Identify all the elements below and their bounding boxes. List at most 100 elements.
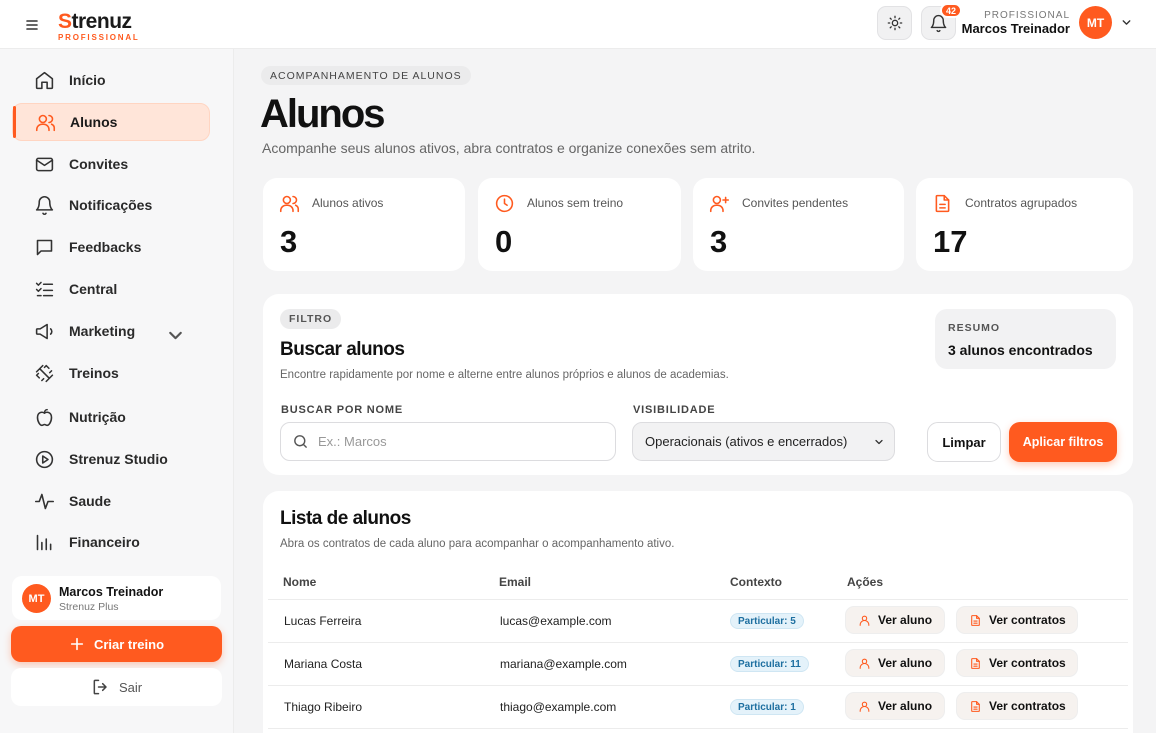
- sidebar-item-convites[interactable]: Convites: [12, 145, 210, 183]
- dumbbell-icon: [35, 364, 54, 382]
- stat-value: 3: [280, 224, 298, 259]
- sidebar: Início Alunos Convites Notificações Feed…: [0, 49, 234, 733]
- document-icon: [971, 614, 980, 626]
- profile-name: Marcos Treinador: [59, 585, 164, 599]
- sidebar-item-strenuz-studio[interactable]: Strenuz Studio: [12, 440, 210, 478]
- user-icon: [859, 615, 870, 626]
- user-plus-icon: [709, 195, 730, 213]
- sidebar-item-label: Financeiro: [69, 534, 140, 550]
- view-contracts-button[interactable]: Ver contratos: [956, 649, 1078, 677]
- visibility-select[interactable]: Operacionais (ativos e encerrados): [632, 422, 895, 461]
- filter-subtitle: Encontre rapidamente por nome e alterne …: [280, 369, 729, 381]
- table-row: Mariana Costa mariana@example.com Partic…: [268, 643, 1128, 686]
- document-icon: [971, 657, 980, 669]
- chevron-down-icon: [875, 439, 883, 445]
- logout-button[interactable]: Sair: [11, 668, 222, 706]
- user-icon: [859, 658, 870, 669]
- view-student-button[interactable]: Ver aluno: [845, 692, 945, 720]
- hamburger-menu-icon[interactable]: [22, 15, 42, 35]
- clear-filters-button[interactable]: Limpar: [927, 422, 1001, 462]
- sidebar-item-inicio[interactable]: Início: [12, 61, 210, 99]
- logo-text: trenuz: [71, 10, 133, 33]
- student-name: Mariana Costa: [284, 657, 363, 671]
- logout-label: Sair: [118, 679, 143, 695]
- students-list-panel: Lista de alunos Abra os contratos de cad…: [263, 491, 1133, 733]
- home-icon: [35, 71, 54, 89]
- sidebar-item-saude[interactable]: Saude: [12, 482, 210, 520]
- create-workout-button[interactable]: Criar treino: [11, 626, 222, 662]
- stat-label: Alunos ativos: [312, 196, 384, 210]
- stat-card-active-students: Alunos ativos 3: [263, 178, 465, 271]
- plus-icon: [70, 637, 84, 651]
- sidebar-item-central[interactable]: Central: [12, 270, 210, 308]
- summary-value: 3 alunos encontrados: [948, 342, 1093, 358]
- list-subtitle: Abra os contratos de cada aluno para aco…: [280, 538, 675, 550]
- sidebar-item-label: Saude: [69, 493, 112, 509]
- view-student-button[interactable]: Ver aluno: [845, 606, 945, 634]
- search-field[interactable]: [280, 422, 616, 461]
- view-student-label: Ver aluno: [878, 699, 933, 713]
- sidebar-item-label: Início: [69, 72, 106, 88]
- stat-label: Alunos sem treino: [527, 196, 624, 210]
- search-label: BUSCAR POR NOME: [281, 404, 404, 416]
- create-workout-label: Criar treino: [93, 636, 165, 652]
- student-name: Thiago Ribeiro: [284, 700, 363, 714]
- theme-toggle-button[interactable]: [877, 6, 912, 40]
- page-subtitle: Acompanhe seus alunos ativos, abra contr…: [262, 140, 756, 156]
- column-header-name: Nome: [283, 575, 317, 589]
- activity-icon: [34, 493, 55, 509]
- apply-filters-button[interactable]: Aplicar filtros: [1009, 422, 1117, 462]
- avatar[interactable]: MT: [1079, 6, 1112, 39]
- sidebar-item-label: Marketing: [69, 323, 136, 339]
- sidebar-item-alunos[interactable]: Alunos: [12, 103, 210, 141]
- document-icon: [971, 700, 980, 712]
- table-row: Lucas Ferreira lucas@example.com Particu…: [268, 600, 1128, 643]
- filter-panel: FILTRO Buscar alunos Encontre rapidament…: [263, 294, 1133, 475]
- list-check-icon: [35, 281, 54, 296]
- search-icon: [294, 435, 307, 448]
- context-badge: Particular: 1: [730, 699, 804, 715]
- column-header-email: Email: [499, 575, 532, 589]
- sidebar-item-label: Alunos: [70, 114, 118, 130]
- visibility-selected-value: Operacionais (ativos e encerrados): [645, 434, 848, 449]
- view-contracts-button[interactable]: Ver contratos: [956, 606, 1078, 634]
- user-role: PROFISSIONAL: [984, 10, 1070, 21]
- sidebar-item-notificacoes[interactable]: Notificações: [12, 186, 210, 224]
- sidebar-item-marketing[interactable]: Marketing: [12, 312, 210, 350]
- page-title: Alunos: [260, 92, 386, 136]
- sidebar-item-nutricao[interactable]: Nutrição: [12, 398, 210, 436]
- student-name: Lucas Ferreira: [284, 614, 362, 628]
- view-contracts-button[interactable]: Ver contratos: [956, 692, 1078, 720]
- stat-card-pending-invites: Convites pendentes 3: [693, 178, 904, 271]
- users-icon: [279, 195, 300, 213]
- mail-icon: [35, 157, 54, 171]
- avatar: MT: [22, 584, 51, 613]
- summary-box: RESUMO 3 alunos encontrados: [935, 309, 1116, 369]
- logo[interactable]: Strenuz PROFISSIONAL: [58, 11, 140, 42]
- sidebar-item-feedbacks[interactable]: Feedbacks: [12, 228, 210, 266]
- view-student-button[interactable]: Ver aluno: [845, 649, 945, 677]
- view-student-label: Ver aluno: [878, 613, 933, 627]
- profile-plan: Strenuz Plus: [59, 601, 119, 613]
- stat-value: 0: [495, 224, 513, 259]
- stat-label: Convites pendentes: [742, 196, 849, 210]
- filter-title: Buscar alunos: [280, 339, 405, 360]
- chevron-down-icon[interactable]: [1120, 16, 1133, 29]
- chevron-down-icon[interactable]: [165, 325, 186, 346]
- context-badge: Particular: 5: [730, 613, 804, 629]
- search-input[interactable]: [318, 423, 608, 460]
- sidebar-item-treinos[interactable]: Treinos: [12, 354, 210, 392]
- table-row: Thiago Ribeiro thiago@example.com Partic…: [268, 686, 1128, 729]
- clock-icon: [495, 194, 514, 213]
- sidebar-item-label: Central: [69, 281, 118, 297]
- bell-icon: [35, 195, 54, 215]
- sidebar-item-financeiro[interactable]: Financeiro: [12, 523, 210, 561]
- stat-label: Contratos agrupados: [965, 196, 1078, 210]
- student-email: thiago@example.com: [500, 700, 617, 714]
- view-student-label: Ver aluno: [878, 656, 933, 670]
- notifications-count-badge: 42: [940, 3, 963, 18]
- sidebar-profile-card[interactable]: MT Marcos Treinador Strenuz Plus: [12, 576, 221, 620]
- logo-letter: S: [58, 10, 72, 33]
- student-email: mariana@example.com: [500, 657, 627, 671]
- document-icon: [935, 194, 950, 213]
